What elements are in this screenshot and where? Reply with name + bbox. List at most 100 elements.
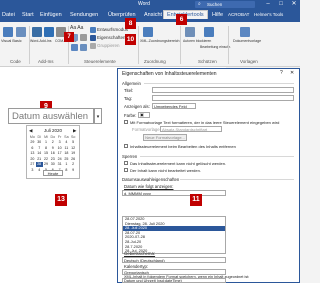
remove-when-edited-label: Inhaltssteuerelement beim Bearbeiten des…: [130, 144, 236, 149]
use-style-checkbox[interactable]: [124, 120, 128, 124]
tab-sendungen[interactable]: Sendungen: [70, 12, 98, 18]
calendar-grid: Mo Di Mi Do Fr Sa So 29 30 1 2 3 4 5 6 7…: [29, 134, 77, 173]
document-template-label[interactable]: Dokumentvorlage: [233, 39, 261, 43]
new-style-button[interactable]: Neue Formatvorlage...: [143, 134, 187, 141]
ribbon: Visual Basic Code Word-Add-Ins COM-Add-I…: [0, 14, 300, 67]
minimize-button[interactable]: –: [262, 0, 274, 9]
dialog-title: Eigenschaften von Inhaltssteuerelementen: [122, 71, 217, 77]
title-input[interactable]: [152, 87, 294, 93]
addins-icon[interactable]: [32, 27, 42, 37]
tab-einfuegen[interactable]: Einfügen: [40, 12, 62, 18]
tab-start[interactable]: Start: [22, 12, 34, 18]
rich-text-control-icon[interactable]: Aa Aa: [70, 25, 83, 31]
general-section-label: Allgemein: [122, 81, 141, 86]
macros-icon[interactable]: [16, 27, 26, 37]
separator: [138, 26, 139, 64]
xml-mapping-icon[interactable]: [143, 27, 153, 37]
divider: [144, 83, 294, 84]
close-window-button[interactable]: ✕: [288, 0, 300, 9]
design-mode-icon[interactable]: [90, 27, 96, 33]
visual-basic-icon[interactable]: [3, 27, 13, 37]
code-group-label: Code: [10, 59, 21, 64]
paint-bucket-icon: ▣: [140, 112, 144, 117]
badge-7: 7: [64, 32, 74, 42]
cannot-edit-checkbox[interactable]: [124, 168, 128, 172]
block-authors-icon[interactable]: [185, 27, 195, 37]
checkbox-control-icon[interactable]: [71, 44, 78, 51]
search-box[interactable]: ⌕ Suchen: [195, 1, 255, 8]
remove-when-edited-checkbox[interactable]: [124, 144, 128, 148]
badge-10: 10: [125, 34, 136, 45]
show-as-select[interactable]: Umgebendes Feld: [152, 103, 196, 109]
tab-hilfe[interactable]: Hilfe: [212, 12, 223, 18]
divider: [180, 179, 294, 180]
separator: [228, 26, 229, 64]
title-bar: Word – □ ✕: [0, 0, 300, 9]
window-title: Word: [138, 1, 150, 7]
maximize-button[interactable]: □: [275, 0, 287, 9]
calendar-day[interactable]: 9: [70, 167, 77, 173]
cannot-delete-label: Das Inhaltssteuerelement kann nicht gelö…: [130, 161, 227, 166]
separator: [29, 26, 30, 64]
use-style-label: Mit Formatvorlage Text formatieren, der …: [130, 120, 280, 125]
restrict-editing-label[interactable]: Bearbeitung einschr.: [200, 45, 231, 49]
calendar-day[interactable]: 4: [36, 167, 43, 173]
templates-group-label: Vorlagen: [240, 59, 258, 64]
search-icon: ⌕: [198, 1, 201, 7]
word-addins-icon[interactable]: [44, 27, 54, 37]
combobox-control-icon[interactable]: [80, 44, 87, 51]
title-label: Titel:: [124, 88, 134, 93]
cannot-delete-checkbox[interactable]: [124, 161, 128, 165]
store-xml-select[interactable]: Datum und Uhrzeit (xsd:dateTime): [122, 278, 226, 283]
xml-mapping-label[interactable]: XML-Zuordnungsbereich: [140, 39, 180, 43]
search-label: Suchen: [207, 2, 223, 7]
mapping-group-label: Zuordnung: [144, 59, 166, 64]
badge-8: 8: [125, 18, 136, 29]
protect-group-label: Schützen: [198, 59, 217, 64]
controls-group-label: Steuerelemente: [84, 59, 116, 64]
badge-6: 6: [176, 14, 187, 25]
calendar-popup: ◀ Juli 2020 ▶ Mo Di Mi Do Fr Sa So 29 30…: [26, 125, 80, 179]
tab-acrobat[interactable]: ACROBAT: [228, 12, 249, 17]
badge-11: 11: [190, 194, 202, 206]
locale-select[interactable]: Deutsch (Deutschland): [122, 257, 226, 263]
style-label: Formatvorlage:: [132, 127, 161, 132]
design-mode-label[interactable]: Entwurfsmodus: [97, 27, 128, 32]
locale-label: Gebietsschema:: [124, 251, 156, 256]
badge-13: 13: [55, 194, 67, 206]
divider: [140, 156, 294, 157]
locking-section-label: Sperren: [122, 154, 138, 159]
today-button[interactable]: Heute: [43, 170, 63, 176]
word-addins-label[interactable]: Word-Add-Ins: [30, 39, 52, 43]
date-properties-section-label: Datumsauswahleigenschaften: [122, 177, 180, 182]
close-dialog-button[interactable]: ✕: [290, 70, 294, 76]
tag-input[interactable]: [152, 95, 294, 101]
ribbon-tabs: Datei Start Einfügen Sendungen Überprüfe…: [0, 9, 300, 22]
show-as-label: Anzeigen als:: [124, 104, 150, 109]
date-format-list[interactable]: 28.07.2020 Dienstag, 28. Juli 2020 28. J…: [122, 216, 226, 254]
properties-icon[interactable]: [90, 35, 96, 41]
separator: [180, 26, 181, 64]
group-icon[interactable]: [90, 43, 96, 49]
document-template-icon[interactable]: [240, 27, 250, 37]
restrict-editing-icon[interactable]: [204, 27, 214, 37]
date-dropdown-button[interactable]: ▾: [94, 108, 102, 124]
calendar-day[interactable]: 8: [63, 167, 70, 173]
style-select[interactable]: Absatz-Standardschriftart: [160, 126, 222, 132]
tab-helmers-tools[interactable]: Helmer's Tools: [254, 12, 283, 17]
visual-basic-label[interactable]: Visual Basic: [1, 39, 22, 43]
properties-label[interactable]: Eigenschaften: [97, 35, 126, 40]
tab-datei[interactable]: Datei: [2, 12, 15, 18]
block-authors-label[interactable]: Autoren blockieren: [183, 39, 211, 43]
cannot-edit-label: Der Inhalt kann nicht bearbeitet werden.: [130, 168, 201, 173]
building-block-icon[interactable]: [80, 34, 87, 41]
calendar-day[interactable]: 3: [29, 167, 36, 173]
date-picker-control[interactable]: Datum auswählen: [8, 108, 94, 124]
addins-group-label: Add-Ins: [38, 59, 54, 64]
tag-label: Tag:: [124, 96, 133, 101]
date-format-input[interactable]: d. MMMM yyyy: [122, 190, 226, 196]
tab-ansicht[interactable]: Ansicht: [144, 12, 162, 18]
help-button[interactable]: ?: [280, 70, 283, 76]
content-control-properties-dialog: Eigenschaften von Inhaltssteuerelementen…: [117, 68, 300, 283]
group-label[interactable]: Gruppieren: [97, 43, 120, 48]
